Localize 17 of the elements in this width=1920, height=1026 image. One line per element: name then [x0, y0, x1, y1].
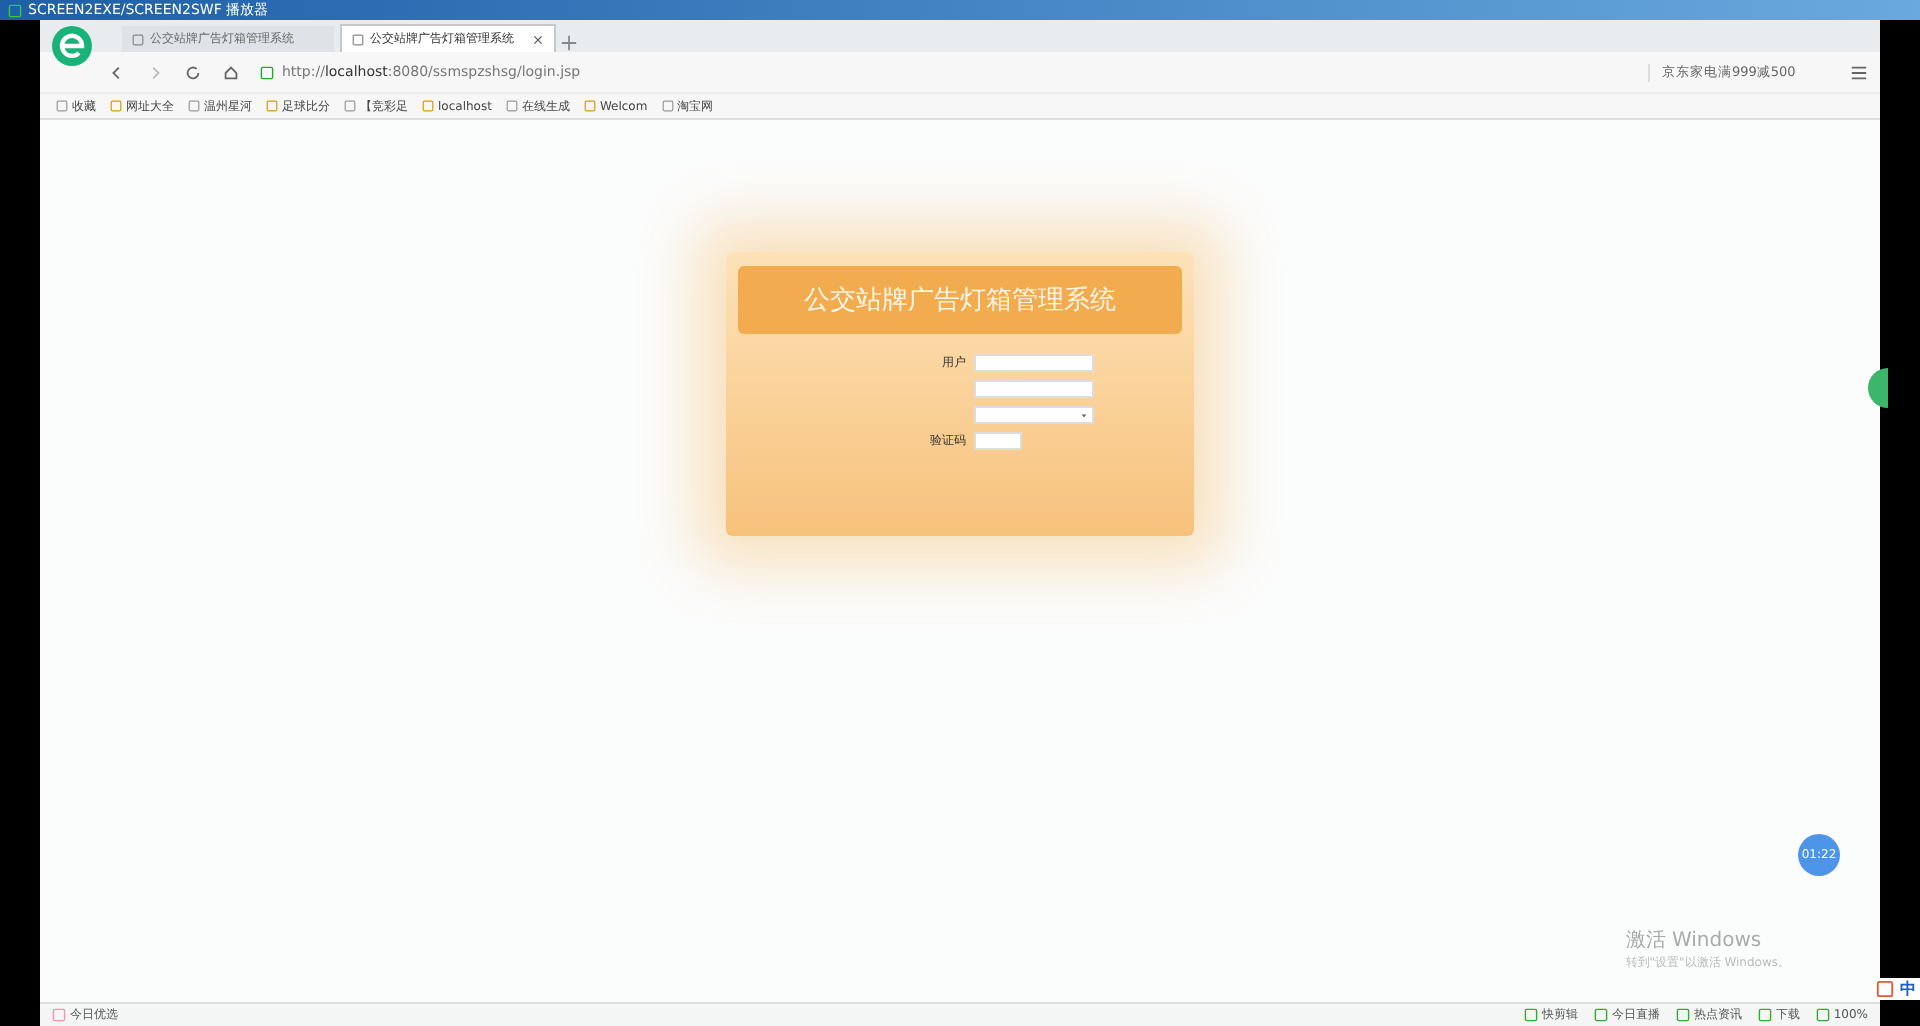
page-icon — [132, 33, 144, 45]
home-icon — [222, 63, 240, 81]
select-field[interactable] — [974, 406, 1094, 424]
page-icon — [352, 33, 364, 45]
refresh-icon — [184, 63, 202, 81]
new-tab-icon — [560, 34, 578, 52]
close-icon — [532, 33, 544, 45]
ime-mode[interactable]: 中 — [1900, 978, 1916, 1000]
menu-icon — [1850, 63, 1868, 81]
caret-icon — [1080, 411, 1088, 419]
side-tab[interactable] — [1868, 368, 1888, 408]
app-icon — [8, 3, 22, 17]
input-field[interactable] — [974, 354, 1094, 372]
activation-title: 激活 Windows — [1625, 928, 1764, 954]
captcha-field[interactable] — [974, 432, 1022, 450]
input-field[interactable] — [974, 380, 1094, 398]
login-title: 公交站牌广告灯箱管理系统 — [738, 266, 1182, 334]
